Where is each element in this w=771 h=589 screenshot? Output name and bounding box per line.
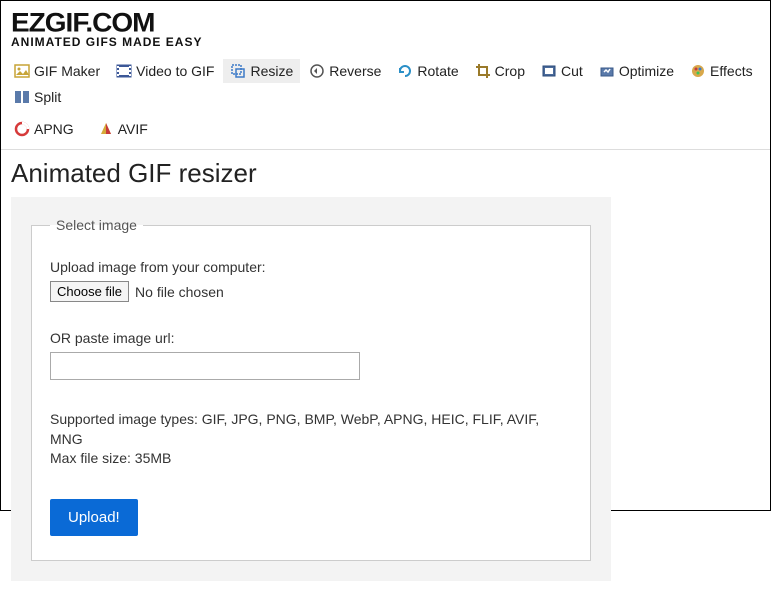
nav-apng[interactable]: APNG	[7, 117, 81, 141]
nav-label: Effects	[710, 63, 753, 79]
reverse-icon	[309, 63, 325, 79]
page-content: Animated GIF resizer Select image Upload…	[1, 150, 770, 589]
optimize-icon	[599, 63, 615, 79]
site-logo: EZGIF.COM ANIMATED GIFS MADE EASY	[1, 1, 770, 51]
max-file-size-text: Max file size: 35MB	[50, 449, 572, 469]
split-icon	[14, 89, 30, 105]
crop-icon	[475, 63, 491, 79]
film-icon	[116, 63, 132, 79]
logo-main-text: EZGIF.COM	[11, 8, 760, 38]
supported-types-text: Supported image types: GIF, JPG, PNG, BM…	[50, 410, 572, 449]
supported-info: Supported image types: GIF, JPG, PNG, BM…	[50, 410, 572, 469]
nav-crop[interactable]: Crop	[468, 59, 532, 83]
resize-icon	[230, 63, 246, 79]
nav-reverse[interactable]: Reverse	[302, 59, 388, 83]
nav-label: Video to GIF	[136, 63, 214, 79]
image-url-input[interactable]	[50, 352, 360, 380]
nav-optimize[interactable]: Optimize	[592, 59, 681, 83]
paste-url-label: OR paste image url:	[50, 330, 572, 346]
nav-video-to-gif[interactable]: Video to GIF	[109, 59, 221, 83]
nav-label: APNG	[34, 121, 74, 137]
nav-avif[interactable]: AVIF	[91, 117, 155, 141]
choose-file-button[interactable]: Choose file	[50, 281, 129, 302]
nav-label: Crop	[495, 63, 525, 79]
nav-gif-maker[interactable]: GIF Maker	[7, 59, 107, 83]
nav-cut[interactable]: Cut	[534, 59, 590, 83]
upload-panel: Select image Upload image from your comp…	[11, 197, 611, 581]
nav-rotate[interactable]: Rotate	[390, 59, 465, 83]
page-title: Animated GIF resizer	[11, 158, 760, 189]
file-input-row: Choose file No file chosen	[50, 281, 572, 302]
select-image-fieldset: Select image Upload image from your comp…	[31, 217, 591, 561]
nav-label: AVIF	[118, 121, 148, 137]
nav-effects[interactable]: Effects	[683, 59, 760, 83]
upload-from-computer-label: Upload image from your computer:	[50, 259, 572, 275]
upload-button[interactable]: Upload!	[50, 499, 138, 536]
file-chosen-status: No file chosen	[135, 284, 224, 300]
cut-icon	[541, 63, 557, 79]
image-icon	[14, 63, 30, 79]
rotate-icon	[397, 63, 413, 79]
effects-icon	[690, 63, 706, 79]
nav-label: Reverse	[329, 63, 381, 79]
apng-icon	[14, 121, 30, 137]
nav-resize[interactable]: Resize	[223, 59, 300, 83]
select-image-legend: Select image	[50, 217, 143, 233]
nav-label: Split	[34, 89, 61, 105]
avif-icon	[98, 121, 114, 137]
main-nav: GIF Maker Video to GIF Resize Reverse Ro…	[1, 51, 770, 113]
secondary-nav: APNG AVIF	[1, 113, 770, 150]
nav-label: GIF Maker	[34, 63, 100, 79]
nav-label: Optimize	[619, 63, 674, 79]
nav-label: Rotate	[417, 63, 458, 79]
nav-label: Cut	[561, 63, 583, 79]
nav-label: Resize	[250, 63, 293, 79]
nav-split[interactable]: Split	[7, 85, 68, 109]
